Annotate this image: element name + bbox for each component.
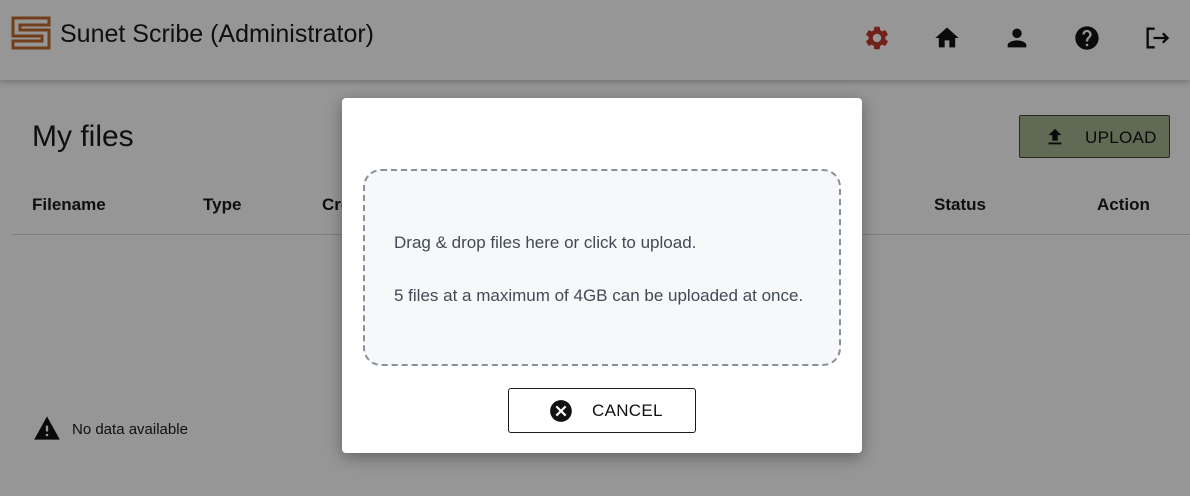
upload-dialog: Drag & drop files here or click to uploa… xyxy=(342,98,862,453)
cancel-button-label: CANCEL xyxy=(592,401,663,420)
dropzone-limit-text: 5 files at a maximum of 4GB can be uploa… xyxy=(394,286,804,305)
cancel-button[interactable]: CANCEL xyxy=(508,388,696,433)
cancel-circle-icon xyxy=(550,400,572,422)
dropzone-instructions: Drag & drop files here or click to uploa… xyxy=(394,233,697,252)
file-dropzone[interactable]: Drag & drop files here or click to uploa… xyxy=(363,169,841,366)
